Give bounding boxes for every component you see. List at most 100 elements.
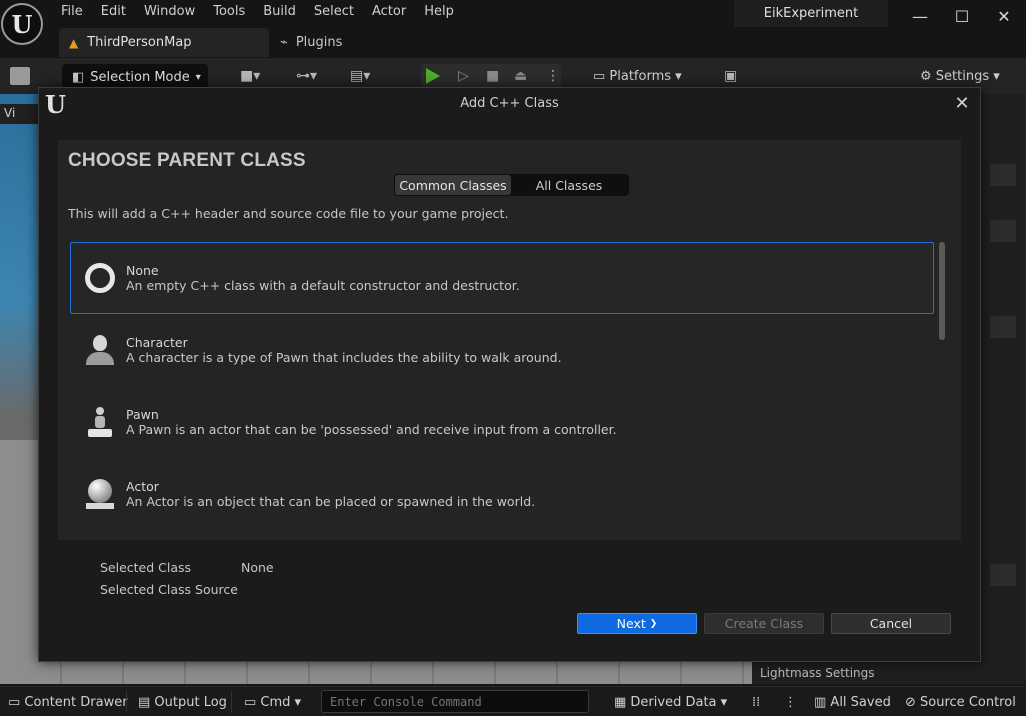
menu-select[interactable]: Select — [305, 0, 363, 24]
derived-data-button[interactable]: ▦ Derived Data ▾ — [614, 695, 727, 710]
console-command-input[interactable] — [321, 690, 589, 713]
source-control-label: Source Control — [920, 695, 1016, 710]
selected-class-value: None — [241, 560, 274, 575]
terminal-icon: ▭ — [244, 695, 261, 710]
dialog-footer: Selected Class None Selected Class Sourc… — [58, 540, 961, 644]
panel-field — [990, 220, 1016, 242]
list-scrollbar[interactable] — [938, 242, 946, 540]
menu-bar: File Edit Window Tools Build Select Acto… — [52, 0, 463, 24]
lightmass-settings-label[interactable]: Lightmass Settings — [760, 666, 875, 680]
content-drawer-label: Content Drawer — [24, 695, 128, 710]
add-actor-icon[interactable]: ■▾ — [240, 68, 260, 84]
create-class-button[interactable]: Create Class — [704, 613, 824, 634]
eject-icon[interactable]: ⏏ — [514, 68, 527, 84]
source-control-button[interactable]: ⊘ Source Control — [905, 695, 1016, 710]
menu-edit[interactable]: Edit — [92, 0, 135, 24]
menu-window[interactable]: Window — [135, 0, 204, 24]
selection-mode-label: Selection Mode — [90, 69, 190, 85]
selected-class-source-label: Selected Class Source — [100, 582, 238, 597]
tab-common-classes[interactable]: Common Classes — [395, 175, 511, 195]
chevron-down-icon: ▾ — [290, 695, 302, 710]
next-label: Next — [616, 616, 646, 631]
selected-class-label: Selected Class — [100, 560, 192, 575]
content-drawer-button[interactable]: ▭ Content Drawer — [8, 695, 128, 710]
project-name: EikExperiment — [734, 0, 888, 27]
tab-thirdpersonmap[interactable]: ▲ ThirdPersonMap — [59, 28, 269, 57]
panel-field — [990, 316, 1016, 338]
platforms-icon: ▭ — [593, 69, 610, 84]
tab-plugins[interactable]: ⌁ Plugins — [272, 28, 342, 57]
stop-icon[interactable]: ■ — [486, 68, 499, 84]
status-bar: ▭ Content Drawer ▤ Output Log ▭ Cmd ▾ ▦ … — [0, 686, 1026, 716]
class-option-character[interactable]: Character A character is a type of Pawn … — [70, 314, 934, 386]
platforms-label: Platforms — [609, 69, 672, 84]
save-status-icon: ▥ — [814, 695, 831, 710]
parent-class-list: None An empty C++ class with a default c… — [70, 242, 948, 540]
cancel-button[interactable]: Cancel — [831, 613, 951, 634]
epic-icon[interactable]: ▣ — [724, 68, 737, 84]
dialog-description: This will add a C++ header and source co… — [68, 206, 509, 221]
chevron-right-icon: ❯ — [649, 618, 658, 629]
class-option-none[interactable]: None An empty C++ class with a default c… — [70, 242, 934, 314]
class-description: A Pawn is an actor that can be 'possesse… — [126, 422, 617, 437]
minimize-button[interactable]: — — [900, 2, 940, 30]
menu-build[interactable]: Build — [254, 0, 305, 24]
class-name: Pawn — [126, 407, 159, 422]
cmd-dropdown[interactable]: ▭ Cmd ▾ — [244, 695, 301, 710]
panel-field — [990, 564, 1016, 586]
maximize-button[interactable]: ☐ — [942, 2, 982, 30]
class-description: An Actor is an object that can be placed… — [126, 494, 536, 509]
play-icon[interactable] — [426, 68, 440, 84]
source-control-icon: ⊘ — [905, 695, 921, 710]
derived-data-icon: ▦ — [614, 695, 631, 710]
more-options-icon[interactable]: ⋮ — [546, 68, 560, 84]
chevron-down-icon: ▾ — [195, 71, 201, 83]
viewport-tab[interactable]: Vi — [0, 104, 40, 124]
settings-label: Settings — [935, 69, 990, 84]
tab-all-classes[interactable]: All Classes — [511, 175, 627, 195]
all-saved-label: All Saved — [830, 695, 891, 710]
output-log-icon: ▤ — [138, 695, 155, 710]
all-saved-button[interactable]: ▥ All Saved — [814, 695, 891, 710]
step-icon[interactable]: ▷ — [458, 68, 469, 84]
divider — [126, 691, 127, 713]
class-name: Character — [126, 335, 188, 350]
scrollbar-thumb[interactable] — [939, 242, 945, 340]
class-name: Actor — [126, 479, 159, 494]
class-option-actor[interactable]: Actor An Actor is an object that can be … — [70, 458, 934, 530]
divider — [231, 691, 232, 713]
menu-file[interactable]: File — [52, 0, 92, 24]
chevron-down-icon: ▾ — [716, 695, 728, 710]
menu-actor[interactable]: Actor — [363, 0, 415, 24]
tab-label: ThirdPersonMap — [87, 35, 192, 50]
output-log-button[interactable]: ▤ Output Log — [138, 695, 227, 710]
class-description: An empty C++ class with a default constr… — [126, 278, 520, 293]
dialog-title-bar: U Add C++ Class ✕ — [39, 88, 980, 122]
close-window-button[interactable]: ✕ — [984, 2, 1024, 30]
level-map-icon: ▲ — [69, 35, 79, 50]
cinematics-icon[interactable]: ▤▾ — [350, 68, 370, 84]
next-button[interactable]: Next ❯ — [577, 613, 697, 634]
menu-help[interactable]: Help — [415, 0, 463, 24]
page-title: CHOOSE PARENT CLASS — [68, 150, 306, 171]
trace-icon[interactable]: ⁞⁞ — [752, 695, 760, 710]
menu-tools[interactable]: Tools — [204, 0, 254, 24]
more-options-icon[interactable]: ⋮ — [784, 695, 797, 710]
settings-dropdown[interactable]: ⚙ Settings ▾ — [920, 69, 1000, 84]
dialog-body: CHOOSE PARENT CLASS Common Classes All C… — [58, 140, 961, 644]
unreal-logo-icon[interactable]: U — [1, 3, 43, 45]
platforms-dropdown[interactable]: ▭ Platforms ▾ — [593, 69, 682, 84]
class-option-pawn[interactable]: Pawn A Pawn is an actor that can be 'pos… — [70, 386, 934, 458]
content-drawer-icon: ▭ — [8, 695, 25, 710]
blueprint-icon[interactable]: ⊶▾ — [296, 68, 317, 84]
output-log-label: Output Log — [154, 695, 227, 710]
tab-label: Plugins — [295, 35, 343, 50]
add-cpp-class-dialog: U Add C++ Class ✕ CHOOSE PARENT CLASS Co… — [38, 87, 981, 662]
chevron-down-icon: ▾ — [989, 69, 1000, 84]
close-icon[interactable]: ✕ — [950, 93, 974, 117]
dialog-title: Add C++ Class — [460, 96, 559, 111]
cmd-label: Cmd — [260, 695, 291, 710]
plug-icon: ⌁ — [280, 35, 288, 50]
save-icon[interactable] — [10, 67, 30, 85]
actor-icon — [86, 479, 114, 509]
